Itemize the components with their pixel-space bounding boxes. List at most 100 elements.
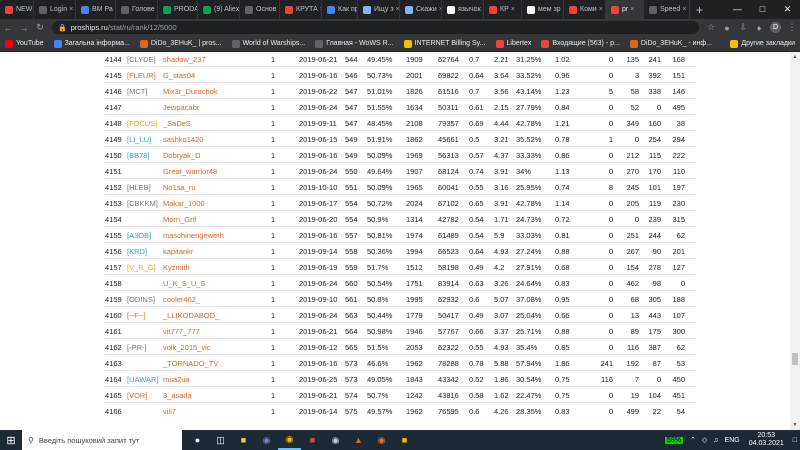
taskbar-search[interactable]: ⚲ Введіть пошуковий запит тут (22, 430, 182, 450)
firefox-icon[interactable]: ◉ (370, 430, 393, 450)
menu-icon[interactable]: ⋮ (784, 22, 800, 33)
player-name-link[interactable]: sashko1420 (163, 135, 203, 144)
browser-tab[interactable]: Голове× (116, 0, 158, 19)
game-icon[interactable]: ▲ (347, 430, 370, 450)
tab-close-icon[interactable]: × (682, 6, 686, 13)
player-name-link[interactable]: No1sa_ru (163, 183, 196, 192)
puzzle-icon[interactable]: ♦ (751, 23, 767, 33)
browser-tab[interactable]: PRODA× (158, 0, 198, 19)
language-indicator[interactable]: ENG (725, 437, 740, 444)
clan-tag[interactable]: [CBKKM] (127, 199, 158, 208)
player-name-link[interactable]: maschinengewerh (163, 231, 224, 240)
clan-tag[interactable]: [A3OB] (127, 231, 151, 240)
clan-tag[interactable]: [BB78] (127, 151, 150, 160)
tab-close-icon[interactable]: × (599, 6, 603, 13)
browser-tab[interactable]: (9) Aliex× (198, 0, 240, 19)
player-name-link[interactable]: _SaDeS (163, 119, 191, 128)
clan-tag[interactable]: [V_R_G] (127, 263, 156, 272)
bookmark-item[interactable]: Libertex (491, 39, 537, 48)
bookmark-item[interactable]: Загальна інформа... (49, 39, 135, 48)
clock[interactable]: 20:53 04.03.2021 (749, 432, 784, 448)
player-name-link[interactable]: Jewpacabr (163, 103, 199, 112)
clan-tag[interactable]: [LI_LU] (127, 135, 151, 144)
bookmark-item[interactable]: DiDo_3EHuK_ | pros... (135, 39, 227, 48)
bookmark-item[interactable]: Входящие (563) - p... (536, 39, 624, 48)
player-name-link[interactable]: G_stas04 (163, 71, 195, 80)
mic-icon[interactable]: ● (186, 430, 209, 450)
player-name-link[interactable]: _LLIKODABOD_ (163, 311, 219, 320)
clan-tag[interactable]: [MCT] (127, 87, 147, 96)
clan-tag[interactable]: [ODINS] (127, 295, 155, 304)
player-name-link[interactable]: U_K_S_U_S (163, 279, 206, 288)
chrome-icon[interactable]: ◉ (278, 430, 301, 450)
bookmark-item[interactable]: YouTube (0, 39, 49, 48)
clan-tag[interactable]: [HLEB] (127, 183, 151, 192)
file-explorer-icon[interactable]: ■ (232, 430, 255, 450)
player-name-link[interactable]: shadow_237 (163, 55, 206, 64)
discord-icon[interactable]: ◉ (255, 430, 278, 450)
windows-start-icon[interactable]: ⊞ (0, 430, 22, 450)
new-tab-button[interactable]: + (690, 3, 709, 17)
player-name-link[interactable]: Makar_1000 (163, 199, 205, 208)
tab-close-icon[interactable]: × (630, 6, 634, 13)
extension-icon[interactable]: ● (719, 23, 735, 33)
browser-tab[interactable]: pr × (606, 0, 644, 19)
reload-icon[interactable]: ↻ (32, 22, 48, 33)
browser-tab[interactable]: ВМ Ра× (76, 0, 116, 19)
clan-tag[interactable]: [KRD] (127, 247, 147, 256)
player-name-link[interactable]: cooler462_ (163, 295, 200, 304)
tab-close-icon[interactable]: × (69, 6, 73, 13)
bookmark-item[interactable]: INTERNET Billing Sy... (399, 39, 491, 48)
bookmark-item[interactable]: World of Warships... (227, 39, 311, 48)
network-icon[interactable]: ◇ (702, 436, 707, 444)
player-name-link[interactable]: Dobryak_D (163, 151, 201, 160)
volume-icon[interactable]: ♫ (713, 437, 718, 444)
browser-tab[interactable]: Коми × (564, 0, 606, 19)
steam-icon[interactable]: ◉ (324, 430, 347, 450)
clan-tag[interactable]: [--F--] (127, 311, 146, 320)
browser-tab[interactable]: Как пр× (322, 0, 358, 19)
player-name-link[interactable]: Mix3r_Durachok (163, 87, 218, 96)
browser-tab[interactable]: Ищу з × (358, 0, 400, 19)
clan-tag[interactable]: [FOCUS] (127, 119, 157, 128)
profile-avatar[interactable]: D (770, 22, 781, 33)
other-bookmarks[interactable]: Другие закладки (725, 39, 800, 48)
notifications-icon[interactable]: □ (793, 437, 797, 444)
browser-tab[interactable]: КРУТА× (280, 0, 322, 19)
scroll-down-icon[interactable]: ▼ (790, 422, 800, 428)
close-window-icon[interactable]: ✕ (775, 0, 800, 19)
player-name-link[interactable]: _TORNADO_TV (163, 359, 218, 368)
page-scrollbar[interactable]: ▲ ▼ (790, 52, 800, 430)
app-icon[interactable]: ■ (301, 430, 324, 450)
clan-tag[interactable]: [UAWAR] (127, 375, 159, 384)
player-name-link[interactable]: vit777_777 (163, 327, 200, 336)
task-view-icon[interactable]: ◫ (209, 430, 232, 450)
tab-close-icon[interactable]: × (396, 6, 399, 13)
tray-chevron-icon[interactable]: ⌃ (690, 436, 696, 444)
browser-tab[interactable]: КР × (484, 0, 522, 19)
player-name-link[interactable]: Great_warrior48 (163, 167, 217, 176)
maximize-icon[interactable]: □ (750, 0, 775, 19)
player-name-link[interactable]: msa2ua (163, 375, 190, 384)
browser-tab[interactable]: мем зр× (522, 0, 564, 19)
player-name-link[interactable]: volk_2015_vic (163, 343, 211, 352)
player-name-link[interactable]: Kyzmith (163, 263, 190, 272)
url-bar[interactable]: 🔒 proships.ru /stat/ru/rank/12/5000 (52, 21, 699, 34)
download-icon[interactable]: ⇩ (735, 22, 751, 33)
clan-tag[interactable]: [FLEUR] (127, 71, 156, 80)
minimize-icon[interactable]: — (725, 0, 750, 19)
clan-tag[interactable]: [-PR-] (127, 343, 147, 352)
player-name-link[interactable]: kapitankr (163, 247, 193, 256)
battery-indicator[interactable]: 58% (665, 436, 684, 444)
player-name-link[interactable]: vili7 (163, 407, 176, 416)
browser-tab[interactable]: Основ× (240, 0, 280, 19)
bookmark-item[interactable]: Главная - WoWS R... (310, 39, 398, 48)
app2-icon[interactable]: ■ (393, 430, 416, 450)
scrollbar-thumb[interactable] (792, 353, 798, 365)
tab-close-icon[interactable]: × (511, 6, 515, 13)
forward-icon[interactable]: → (16, 23, 32, 33)
clan-tag[interactable]: [CLYDE] (127, 55, 156, 64)
clan-tag[interactable]: [VOR] (127, 391, 147, 400)
star-icon[interactable]: ☆ (703, 22, 719, 33)
browser-tab[interactable]: Скажи× (400, 0, 442, 19)
